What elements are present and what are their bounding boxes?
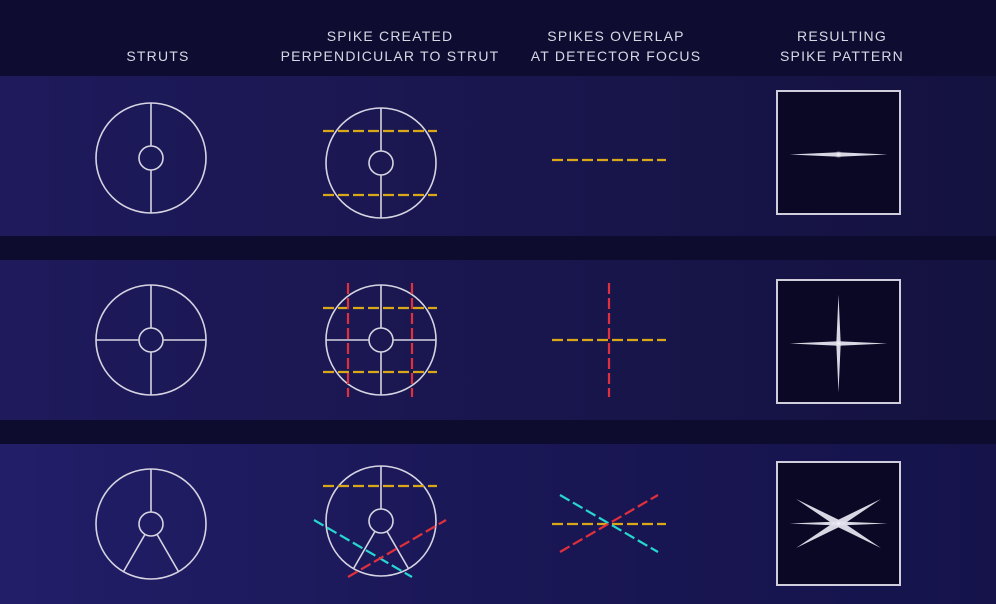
spike-created-row-3-secondary-mirror	[368, 508, 394, 534]
diagram-canvas	[95, 90, 901, 586]
spike-created-row-1-secondary-mirror	[368, 150, 394, 176]
spike-core-glow	[834, 339, 843, 348]
spike-created-row-2-secondary-mirror	[368, 327, 394, 353]
struts-row-3-strut	[156, 533, 180, 573]
struts-row-3-strut	[122, 533, 146, 573]
struts-row-2-secondary-mirror	[138, 327, 164, 353]
spike-core-glow	[834, 150, 843, 159]
struts-row-1-secondary-mirror	[138, 145, 164, 171]
spike-created-row-3-strut	[352, 530, 376, 570]
spike-core-glow	[834, 519, 843, 528]
spike-created-row-3-strut	[386, 530, 410, 570]
struts-row-3-secondary-mirror	[138, 511, 164, 537]
